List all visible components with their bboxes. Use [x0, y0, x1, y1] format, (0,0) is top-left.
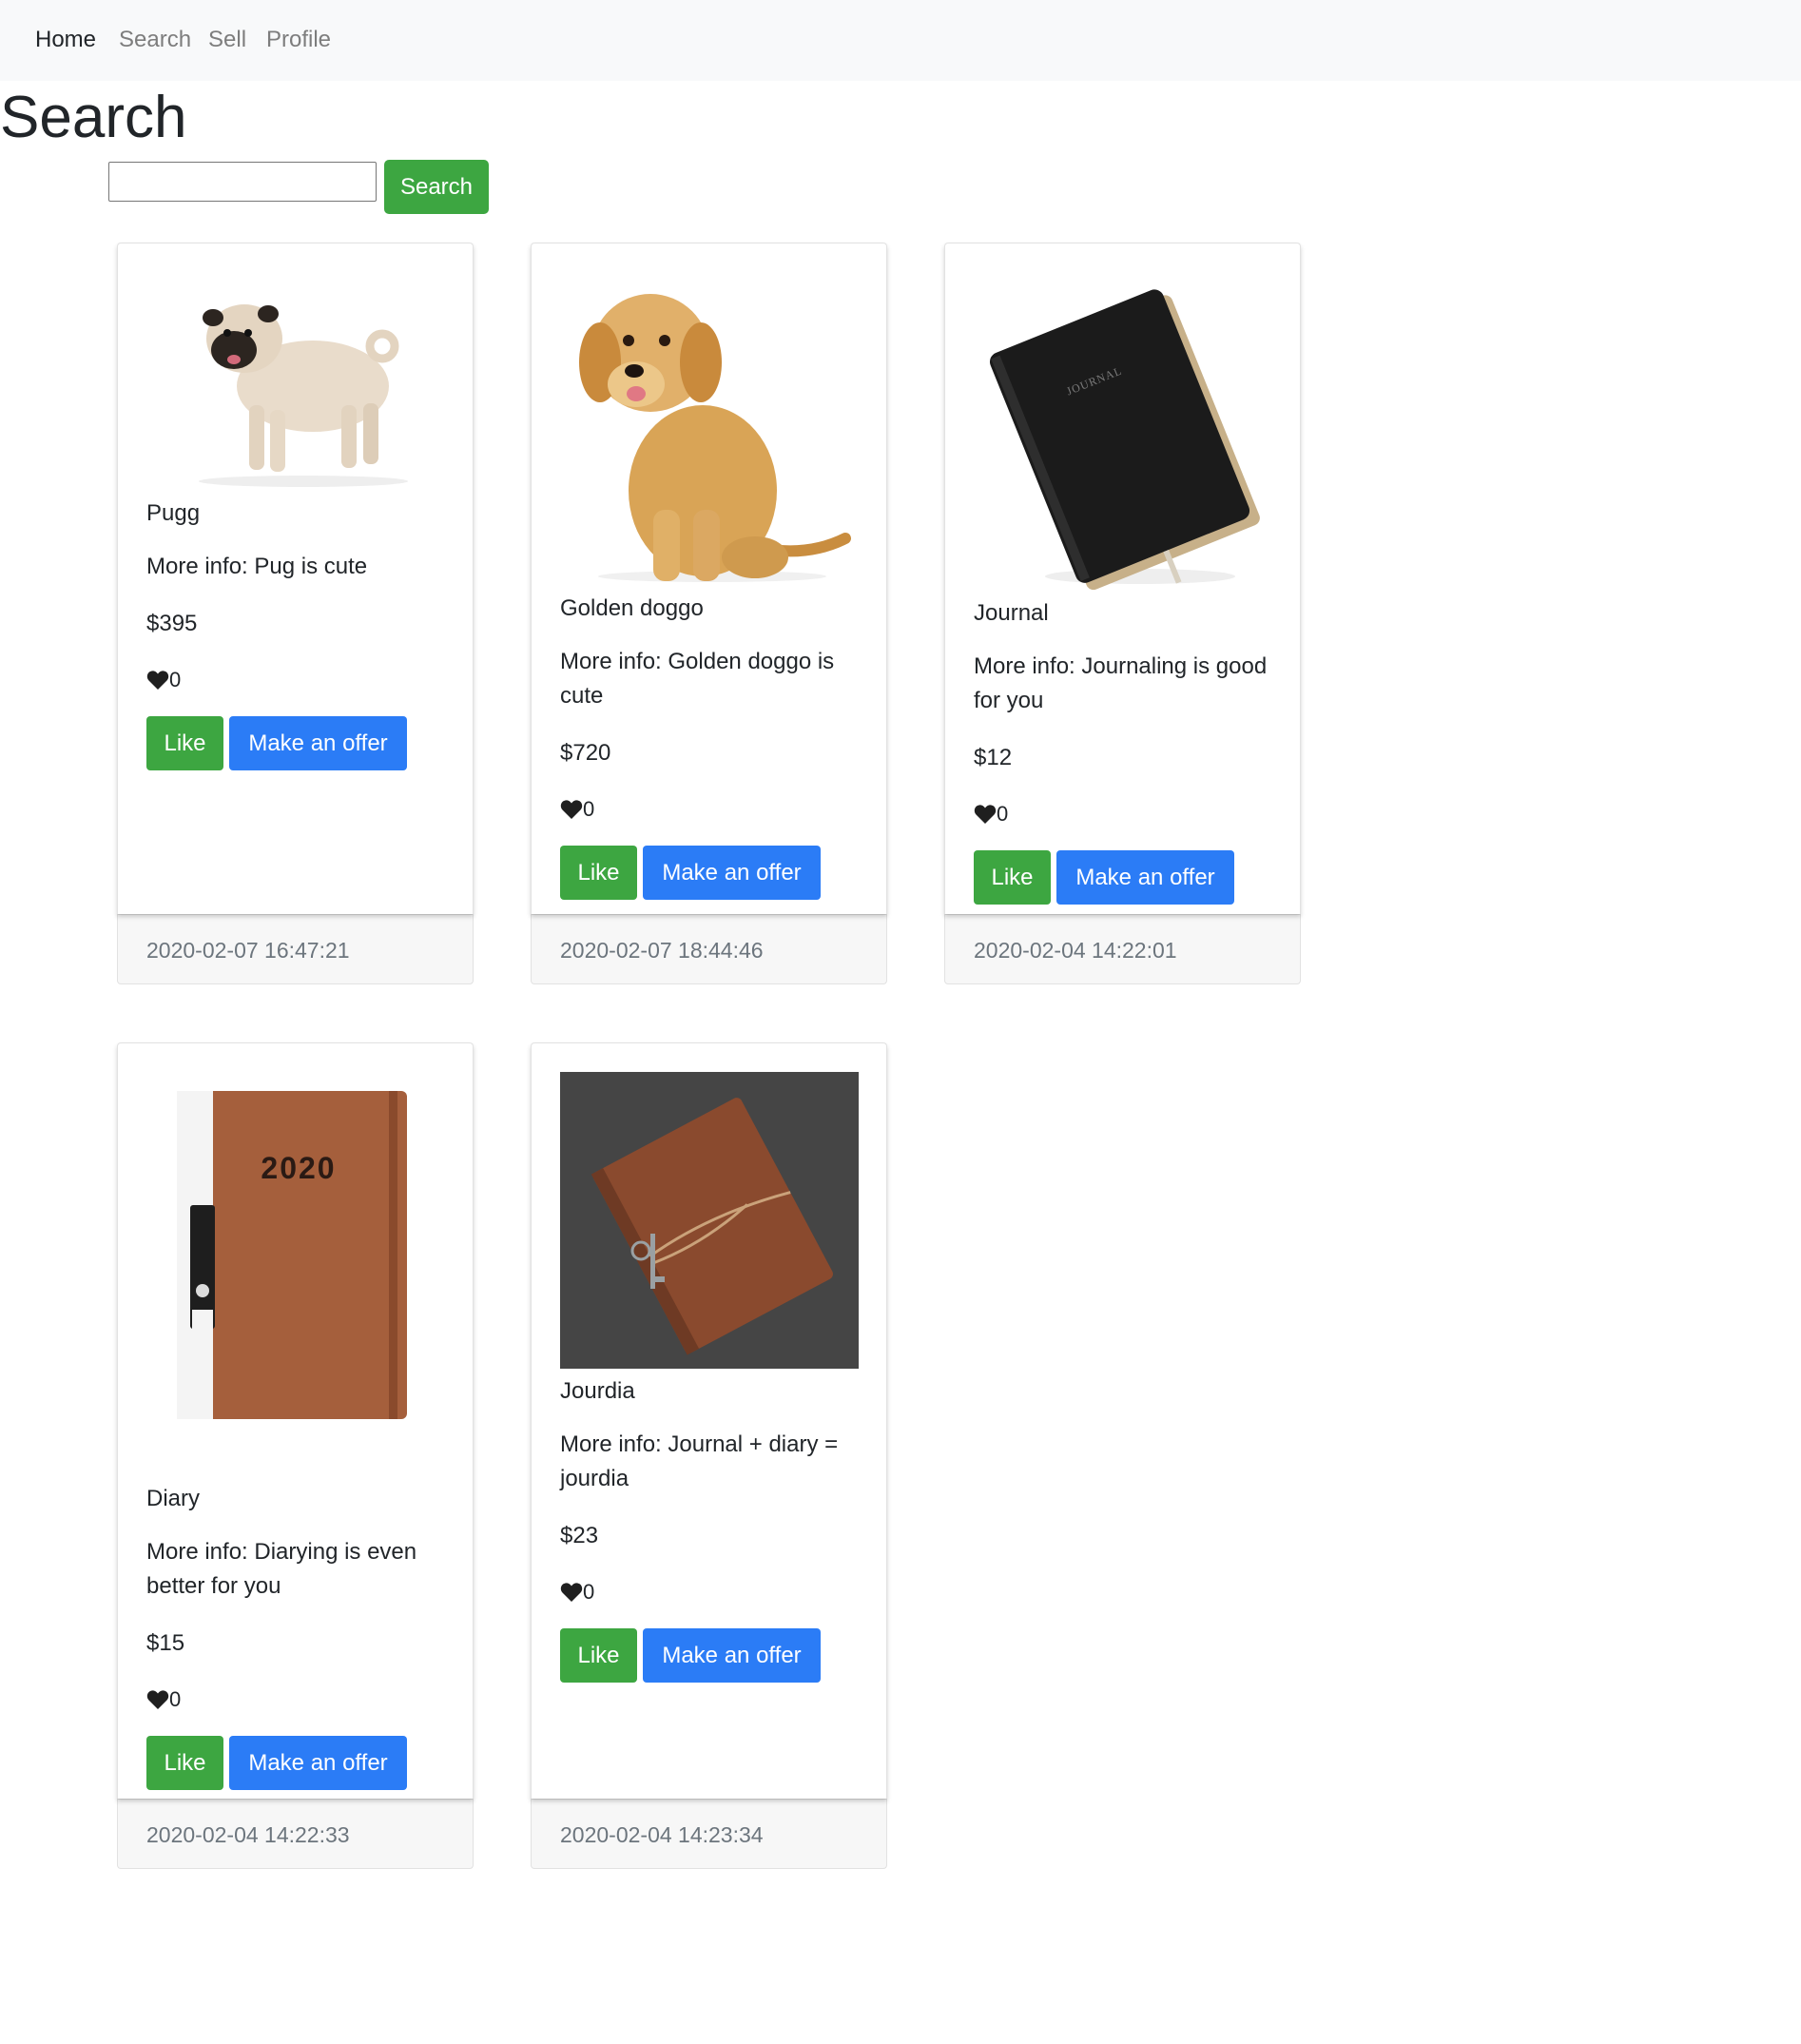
diary-cover-text: 2020 [261, 1151, 336, 1185]
black-journal-image: JOURNAL [974, 272, 1272, 591]
listing-info: More info: Pug is cute [146, 554, 368, 579]
like-count-value: 0 [583, 797, 595, 821]
make-offer-button[interactable]: Make an offer [229, 1736, 407, 1790]
like-count: 0 [974, 797, 1271, 831]
like-count: 0 [146, 663, 444, 697]
listing-info: More info: Golden doggo is cute [560, 649, 835, 709]
heart-icon [560, 800, 583, 819]
search-input[interactable] [108, 162, 377, 202]
like-count-value: 0 [583, 1580, 595, 1604]
brown-diary-image: 2020 [146, 1072, 445, 1476]
leather-journal-image [560, 1072, 859, 1369]
listing-timestamp: 2020-02-04 14:22:33 [117, 1799, 474, 1869]
listing-card: Pugg More info: Pug is cute $395 0 Like … [117, 243, 474, 984]
navbar: Home Search Sell Profile [0, 0, 1801, 81]
listing-timestamp: 2020-02-07 16:47:21 [117, 914, 474, 984]
listing-price: $720 [560, 740, 611, 766]
listing-info: More info: Journaling is good for you [974, 653, 1268, 713]
listing-card: Golden doggo More info: Golden doggo is … [531, 243, 887, 984]
like-count: 0 [560, 792, 858, 827]
listing-card: JOURNAL Journal More info: Journaling is… [944, 243, 1301, 984]
listing-price: $23 [560, 1523, 599, 1548]
like-count: 0 [146, 1683, 444, 1717]
listing-name: Pugg [146, 500, 201, 526]
nav-sell-link[interactable]: Sell [208, 27, 246, 53]
heart-icon [146, 1690, 169, 1709]
listing-info: More info: Journal + diary = jourdia [560, 1431, 839, 1491]
make-offer-button[interactable]: Make an offer [1056, 850, 1234, 905]
make-offer-button[interactable]: Make an offer [643, 1628, 821, 1683]
nav-home-link[interactable]: Home [35, 27, 96, 53]
listing-price: $395 [146, 611, 198, 636]
search-button[interactable]: Search [384, 160, 489, 214]
listing-name: Jourdia [560, 1378, 635, 1404]
listing-timestamp: 2020-02-04 14:22:01 [944, 914, 1301, 984]
like-button[interactable]: Like [560, 846, 637, 900]
like-count-value: 0 [997, 802, 1009, 826]
nav-profile-link[interactable]: Profile [266, 27, 331, 53]
heart-icon [146, 671, 169, 690]
heart-icon [560, 1583, 583, 1602]
like-button[interactable]: Like [560, 1628, 637, 1683]
like-button[interactable]: Like [974, 850, 1051, 905]
like-button[interactable]: Like [146, 716, 223, 770]
nav-search-link[interactable]: Search [119, 27, 191, 53]
listing-name: Diary [146, 1486, 201, 1511]
like-count: 0 [560, 1575, 858, 1609]
listing-price: $15 [146, 1630, 185, 1656]
listing-name: Journal [974, 600, 1049, 626]
page-title: Search [0, 85, 187, 150]
listing-timestamp: 2020-02-07 18:44:46 [531, 914, 887, 984]
listing-timestamp: 2020-02-04 14:23:34 [531, 1799, 887, 1869]
listing-price: $12 [974, 745, 1013, 770]
listing-card: Jourdia More info: Journal + diary = jou… [531, 1042, 887, 1869]
like-count-value: 0 [169, 668, 182, 691]
listing-info: More info: Diarying is even better for y… [146, 1539, 417, 1599]
make-offer-button[interactable]: Make an offer [643, 846, 821, 900]
pug-dog-image [146, 272, 445, 491]
like-button[interactable]: Like [146, 1736, 223, 1790]
golden-retriever-puppy-image [560, 272, 859, 586]
heart-icon [974, 805, 997, 824]
listing-card: 2020 Diary More info: Diarying is even b… [117, 1042, 474, 1869]
make-offer-button[interactable]: Make an offer [229, 716, 407, 770]
listing-name: Golden doggo [560, 595, 704, 621]
like-count-value: 0 [169, 1687, 182, 1711]
